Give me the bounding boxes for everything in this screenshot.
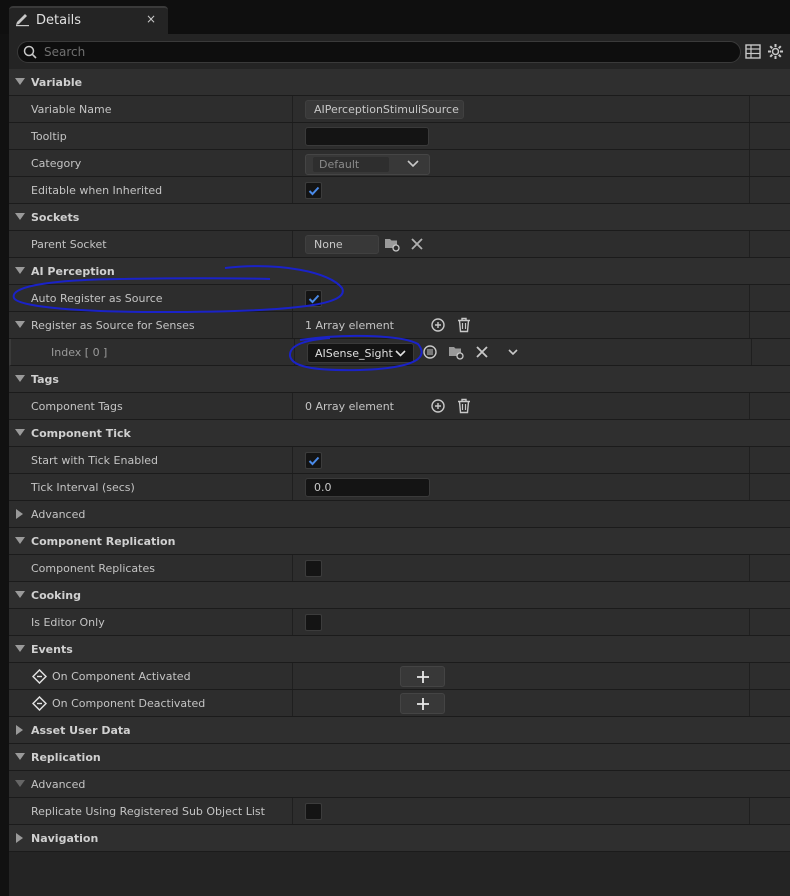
trash-icon[interactable] <box>455 397 473 415</box>
collapse-arrow-icon[interactable] <box>15 537 25 544</box>
row-on-deactivated: On Component Deactivated <box>9 690 790 717</box>
array-count: 1 Array element <box>305 319 394 332</box>
left-gutter <box>0 34 9 896</box>
category-dropdown[interactable]: Default <box>305 154 430 175</box>
plus-icon <box>417 671 429 683</box>
collapse-arrow-icon[interactable] <box>15 645 25 652</box>
collapse-arrow-icon[interactable] <box>15 780 25 787</box>
search-input[interactable] <box>44 43 734 61</box>
collapse-arrow-icon[interactable] <box>15 267 25 274</box>
row-tooltip: Tooltip <box>9 123 790 150</box>
expand-arrow-icon[interactable] <box>16 725 23 735</box>
tab-details[interactable]: Details × <box>9 6 168 34</box>
row-start-tick: Start with Tick Enabled <box>9 447 790 474</box>
row-component-tags: Component Tags 0 Array element <box>9 393 790 420</box>
row-advanced-tick[interactable]: Advanced <box>9 501 790 528</box>
section-variable[interactable]: Variable <box>9 69 790 96</box>
add-event-button[interactable] <box>400 666 445 687</box>
event-diamond-icon <box>32 696 47 711</box>
checkmark-icon <box>308 456 320 466</box>
browse-folder-icon[interactable] <box>447 343 465 361</box>
row-index-0: Index [ 0 ] AISense_Sight <box>9 339 790 366</box>
section-cooking[interactable]: Cooking <box>9 582 790 609</box>
event-diamond-icon <box>32 669 47 684</box>
collapse-arrow-icon[interactable] <box>15 591 25 598</box>
browse-folder-icon[interactable] <box>383 235 401 253</box>
chevron-down-icon <box>407 160 419 168</box>
auto-register-checkbox[interactable] <box>305 290 322 307</box>
expand-arrow-icon[interactable] <box>16 509 23 519</box>
pencil-icon <box>16 14 29 27</box>
replicate-subobject-checkbox[interactable] <box>305 803 322 820</box>
plus-icon <box>417 698 429 710</box>
collapse-arrow-icon[interactable] <box>15 78 25 85</box>
row-variable-name: Variable Name AIPerceptionStimuliSource <box>9 96 790 123</box>
tab-bar: Details × <box>0 0 790 34</box>
section-ai-perception[interactable]: AI Perception <box>9 258 790 285</box>
add-event-button[interactable] <box>400 693 445 714</box>
parent-socket-field[interactable]: None <box>305 235 379 254</box>
chevron-down-icon <box>395 350 406 357</box>
clear-icon[interactable] <box>408 235 426 253</box>
expand-arrow-icon[interactable] <box>16 833 23 843</box>
tooltip-field[interactable] <box>305 127 429 146</box>
section-sockets[interactable]: Sockets <box>9 204 790 231</box>
row-auto-register: Auto Register as Source <box>9 285 790 312</box>
search-icon <box>23 45 37 59</box>
row-tick-interval: Tick Interval (secs) 0.0 <box>9 474 790 501</box>
collapse-arrow-icon[interactable] <box>15 375 25 382</box>
sense-dropdown[interactable]: AISense_Sight <box>307 343 414 363</box>
editable-inherited-checkbox[interactable] <box>305 182 322 199</box>
variable-name-field[interactable]: AIPerceptionStimuliSource <box>305 100 464 119</box>
search-bar[interactable] <box>17 41 741 63</box>
tab-title: Details <box>36 13 82 28</box>
row-parent-socket: Parent Socket None <box>9 231 790 258</box>
row-register-senses: Register as Source for Senses 1 Array el… <box>9 312 790 339</box>
section-component-tick[interactable]: Component Tick <box>9 420 790 447</box>
section-tags[interactable]: Tags <box>9 366 790 393</box>
row-editable-inherited: Editable when Inherited <box>9 177 790 204</box>
start-tick-checkbox[interactable] <box>305 452 322 469</box>
collapse-arrow-icon[interactable] <box>15 429 25 436</box>
component-replicates-checkbox[interactable] <box>305 560 322 577</box>
chevron-down-icon[interactable] <box>504 343 522 361</box>
gear-icon[interactable] <box>767 43 784 60</box>
row-component-replicates: Component Replicates <box>9 555 790 582</box>
row-advanced-replication[interactable]: Advanced <box>9 771 790 798</box>
editor-only-checkbox[interactable] <box>305 614 322 631</box>
tick-interval-field[interactable]: 0.0 <box>305 478 430 497</box>
row-on-activated: On Component Activated <box>9 663 790 690</box>
add-element-icon[interactable] <box>429 316 447 334</box>
trash-icon[interactable] <box>455 316 473 334</box>
section-asset-user-data[interactable]: Asset User Data <box>9 717 790 744</box>
clear-icon[interactable] <box>473 343 491 361</box>
property-list: Variable Variable Name AIPerceptionStimu… <box>9 69 790 852</box>
section-component-replication[interactable]: Component Replication <box>9 528 790 555</box>
checkmark-icon <box>308 186 320 196</box>
add-element-icon[interactable] <box>429 397 447 415</box>
table-view-icon[interactable] <box>745 44 761 59</box>
row-category: Category Default <box>9 150 790 177</box>
row-editor-only: Is Editor Only <box>9 609 790 636</box>
array-count: 0 Array element <box>305 400 394 413</box>
collapse-arrow-icon[interactable] <box>15 213 25 220</box>
close-icon[interactable]: × <box>146 12 156 26</box>
select-class-icon[interactable] <box>421 343 439 361</box>
collapse-arrow-icon[interactable] <box>15 753 25 760</box>
section-events[interactable]: Events <box>9 636 790 663</box>
checkmark-icon <box>308 294 320 304</box>
details-panel: Variable Variable Name AIPerceptionStimu… <box>9 34 790 896</box>
section-navigation[interactable]: Navigation <box>9 825 790 852</box>
section-replication[interactable]: Replication <box>9 744 790 771</box>
collapse-arrow-icon[interactable] <box>15 321 25 328</box>
row-replicate-subobject: Replicate Using Registered Sub Object Li… <box>9 798 790 825</box>
